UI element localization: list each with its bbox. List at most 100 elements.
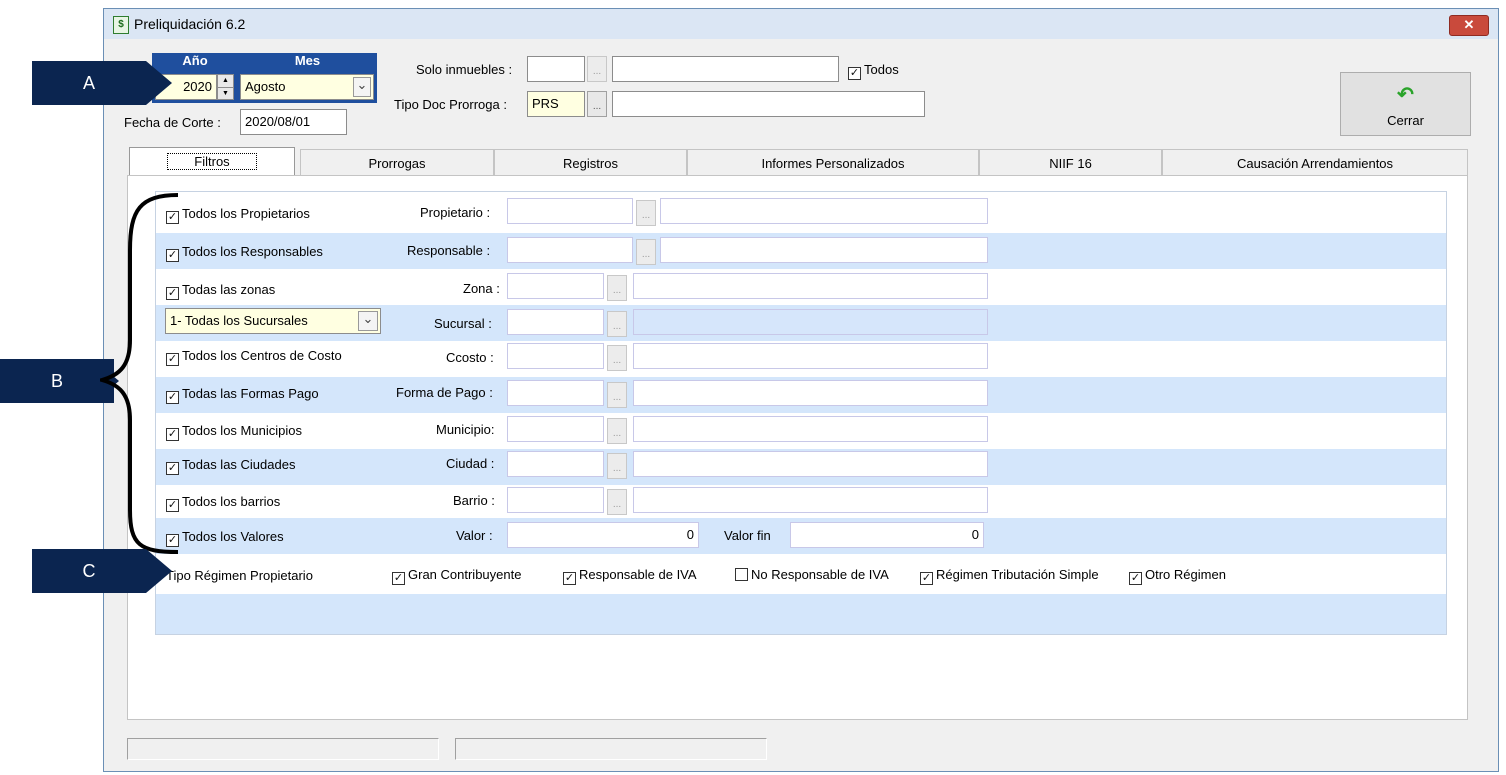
bracket-icon bbox=[100, 193, 179, 554]
responsible-label: Responsable : bbox=[407, 243, 491, 258]
chevron-down-icon[interactable]: ⌄ bbox=[358, 311, 378, 331]
all-owners-checkbox[interactable]: ✓ Todos los Propietarios bbox=[166, 206, 310, 224]
owner-code-field[interactable] bbox=[507, 198, 633, 224]
spin-up-icon[interactable]: ▲ bbox=[218, 75, 233, 88]
status-panel-left bbox=[127, 738, 439, 760]
neighborhood-label: Barrio : bbox=[453, 493, 495, 508]
checkbox-empty-icon[interactable] bbox=[735, 568, 748, 581]
municipality-label: Municipio: bbox=[436, 422, 495, 437]
tipo-doc-code-field[interactable]: PRS bbox=[527, 91, 585, 117]
branch-code-field[interactable] bbox=[507, 309, 604, 335]
cost-center-code-field[interactable] bbox=[507, 343, 604, 369]
year-spinner[interactable]: ▲ ▼ bbox=[217, 74, 234, 100]
month-select-value: Agosto bbox=[245, 79, 286, 94]
regimen-no-responsable-iva-checkbox[interactable]: No Responsable de IVA bbox=[735, 567, 889, 582]
payment-form-label: Forma de Pago : bbox=[396, 385, 493, 400]
cost-center-lookup-button[interactable]: ... bbox=[607, 345, 627, 371]
regimen-otro-checkbox[interactable]: ✓ Otro Régimen bbox=[1129, 567, 1226, 585]
tab-informes-personalizados[interactable]: Informes Personalizados bbox=[687, 149, 979, 177]
status-panel-right bbox=[455, 738, 767, 760]
zone-code-field[interactable] bbox=[507, 273, 604, 299]
window-close-button[interactable]: ✕ bbox=[1449, 15, 1489, 36]
callout-c: C bbox=[32, 549, 146, 593]
neighborhood-code-field[interactable] bbox=[507, 487, 604, 513]
callout-a: A bbox=[32, 61, 146, 105]
cost-center-name-field[interactable] bbox=[633, 343, 988, 369]
all-responsibles-checkbox[interactable]: ✓ Todos los Responsables bbox=[166, 244, 323, 262]
responsible-name-field[interactable] bbox=[660, 237, 988, 263]
value-start-field[interactable]: 0 bbox=[507, 522, 699, 548]
municipality-name-field[interactable] bbox=[633, 416, 988, 442]
payment-form-lookup-button[interactable]: ... bbox=[607, 382, 627, 408]
branch-label: Sucursal : bbox=[434, 316, 492, 331]
todos-label: Todos bbox=[864, 62, 899, 77]
payment-form-code-field[interactable] bbox=[507, 380, 604, 406]
cutoff-date-field[interactable]: 2020/08/01 bbox=[240, 109, 347, 135]
tab-prorrogas[interactable]: Prorrogas bbox=[300, 149, 494, 177]
city-name-field[interactable] bbox=[633, 451, 988, 477]
tipo-doc-label: Tipo Doc Prorroga : bbox=[394, 97, 507, 112]
city-label: Ciudad : bbox=[446, 456, 495, 471]
close-button[interactable]: ↶ Cerrar bbox=[1340, 72, 1471, 136]
regimen-responsable-iva-checkbox[interactable]: ✓ Responsable de IVA bbox=[563, 567, 697, 585]
spin-down-icon[interactable]: ▼ bbox=[218, 88, 233, 100]
spreadsheet-icon: $ bbox=[113, 16, 129, 34]
value-label: Valor : bbox=[456, 528, 493, 543]
check-icon[interactable]: ✓ bbox=[920, 572, 933, 585]
all-cities-checkbox[interactable]: ✓ Todas las Ciudades bbox=[166, 457, 295, 475]
solo-inmuebles-code-field[interactable] bbox=[527, 56, 585, 82]
tab-causacion-arrendamientos[interactable]: Causación Arrendamientos bbox=[1162, 149, 1468, 177]
owner-name-field[interactable] bbox=[660, 198, 988, 224]
responsible-lookup-button[interactable]: ... bbox=[636, 239, 656, 265]
all-cost-centers-checkbox[interactable]: ✓ Todos los Centros de Costo bbox=[166, 348, 342, 366]
responsible-code-field[interactable] bbox=[507, 237, 633, 263]
all-neighborhoods-checkbox[interactable]: ✓ Todos los barrios bbox=[166, 494, 280, 512]
owner-label: Propietario : bbox=[420, 205, 491, 220]
window-title: Preliquidación 6.2 bbox=[134, 16, 246, 32]
regimen-tributacion-simple-checkbox[interactable]: ✓ Régimen Tributación Simple bbox=[920, 567, 1099, 585]
filters-footer-row bbox=[156, 594, 1446, 634]
check-icon[interactable]: ✓ bbox=[1129, 572, 1142, 585]
branch-lookup-button[interactable]: ... bbox=[607, 311, 627, 337]
tab-filtros[interactable]: Filtros bbox=[129, 147, 295, 175]
solo-inmuebles-name-field[interactable] bbox=[612, 56, 839, 82]
solo-inmuebles-lookup-button[interactable]: ... bbox=[587, 56, 607, 82]
cutoff-date-label: Fecha de Corte : bbox=[124, 115, 221, 130]
solo-inmuebles-label: Solo inmuebles : bbox=[416, 62, 513, 77]
todos-checkbox[interactable]: ✓ Todos bbox=[848, 62, 899, 80]
check-icon[interactable]: ✓ bbox=[563, 572, 576, 585]
chevron-down-icon[interactable]: ⌄ bbox=[353, 77, 371, 97]
check-icon[interactable]: ✓ bbox=[848, 67, 861, 80]
regimen-label: Tipo Régimen Propietario bbox=[166, 568, 313, 583]
month-header: Mes bbox=[238, 53, 377, 69]
callout-c-arrow-icon bbox=[146, 549, 172, 593]
tipo-doc-name-field[interactable] bbox=[612, 91, 925, 117]
tab-niif-16[interactable]: NIIF 16 bbox=[979, 149, 1162, 177]
all-payment-forms-checkbox[interactable]: ✓ Todas las Formas Pago bbox=[166, 386, 319, 404]
city-lookup-button[interactable]: ... bbox=[607, 453, 627, 479]
branch-select[interactable]: 1- Todas los Sucursales ⌄ bbox=[165, 308, 381, 334]
tab-registros[interactable]: Registros bbox=[494, 149, 687, 177]
zone-lookup-button[interactable]: ... bbox=[607, 275, 627, 301]
all-municipalities-checkbox[interactable]: ✓ Todos los Municipios bbox=[166, 423, 302, 441]
branch-select-value: 1- Todas los Sucursales bbox=[170, 313, 308, 328]
value-end-label: Valor fin bbox=[724, 528, 771, 543]
branch-name-field[interactable] bbox=[633, 309, 988, 335]
payment-form-name-field[interactable] bbox=[633, 380, 988, 406]
municipality-code-field[interactable] bbox=[507, 416, 604, 442]
check-icon[interactable]: ✓ bbox=[392, 572, 405, 585]
value-end-field[interactable]: 0 bbox=[790, 522, 984, 548]
all-values-checkbox[interactable]: ✓ Todos los Valores bbox=[166, 529, 284, 547]
undo-icon: ↶ bbox=[1397, 84, 1414, 106]
zone-label: Zona : bbox=[463, 281, 500, 296]
neighborhood-name-field[interactable] bbox=[633, 487, 988, 513]
neighborhood-lookup-button[interactable]: ... bbox=[607, 489, 627, 515]
all-zones-checkbox[interactable]: ✓ Todas las zonas bbox=[166, 282, 275, 300]
zone-name-field[interactable] bbox=[633, 273, 988, 299]
month-select[interactable]: Agosto ⌄ bbox=[240, 74, 374, 100]
regimen-gran-contribuyente-checkbox[interactable]: ✓ Gran Contribuyente bbox=[392, 567, 521, 585]
tipo-doc-lookup-button[interactable]: ... bbox=[587, 91, 607, 117]
municipality-lookup-button[interactable]: ... bbox=[607, 418, 627, 444]
city-code-field[interactable] bbox=[507, 451, 604, 477]
owner-lookup-button[interactable]: ... bbox=[636, 200, 656, 226]
